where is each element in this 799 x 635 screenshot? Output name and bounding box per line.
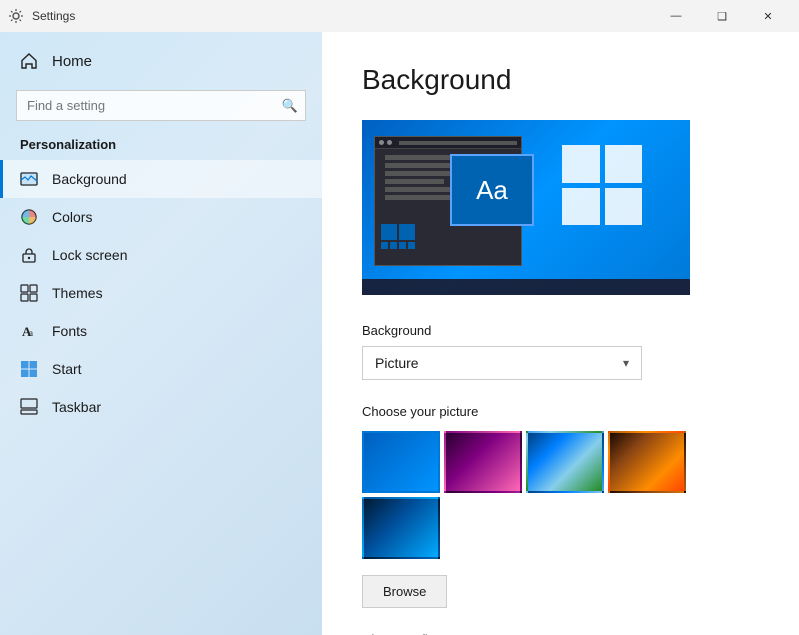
preview-aa-text: Aa: [476, 175, 508, 206]
search-input[interactable]: [16, 90, 306, 121]
sidebar-item-label-start: Start: [52, 361, 82, 377]
search-icon: 🔍: [282, 98, 298, 114]
sidebar-item-taskbar[interactable]: Taskbar: [0, 388, 322, 426]
search-box: 🔍: [16, 90, 306, 121]
sidebar-item-start[interactable]: Start: [0, 350, 322, 388]
content-area: Background: [322, 32, 799, 635]
picture-thumb-1[interactable]: [362, 431, 440, 493]
desktop-preview: Aa: [362, 120, 690, 295]
background-form-label: Background: [362, 323, 759, 338]
settings-app-icon: [8, 8, 24, 24]
themes-icon: [20, 284, 38, 302]
title-bar: Settings — ❑ ✕: [0, 0, 799, 32]
background-dropdown-value: Picture: [375, 355, 419, 371]
colors-icon: [20, 208, 38, 226]
chevron-down-icon: ▾: [623, 356, 629, 370]
title-bar-title: Settings: [32, 9, 75, 23]
sidebar-item-label-lock-screen: Lock screen: [52, 247, 127, 263]
title-bar-left: Settings: [8, 8, 75, 24]
sidebar-section-title: Personalization: [0, 133, 322, 160]
close-button[interactable]: ✕: [745, 0, 791, 32]
sidebar-item-label-themes: Themes: [52, 285, 103, 301]
sidebar-item-fonts[interactable]: A a Fonts: [0, 312, 322, 350]
sidebar-item-colors[interactable]: Colors: [0, 198, 322, 236]
picture-thumb-5[interactable]: [362, 497, 440, 559]
sidebar-item-home[interactable]: Home: [0, 32, 322, 86]
picture-thumb-4[interactable]: [608, 431, 686, 493]
lock-screen-icon: [20, 246, 38, 264]
page-title: Background: [362, 64, 759, 96]
picture-thumb-2[interactable]: [444, 431, 522, 493]
fonts-icon: A a: [20, 322, 38, 340]
sidebar-item-label-taskbar: Taskbar: [52, 399, 101, 415]
sidebar-item-label-background: Background: [52, 171, 127, 187]
home-label: Home: [52, 53, 92, 70]
app-body: Home 🔍 Personalization Background: [0, 32, 799, 635]
sidebar-item-themes[interactable]: Themes: [0, 274, 322, 312]
taskbar-icon: [20, 398, 38, 416]
browse-button[interactable]: Browse: [362, 575, 447, 608]
background-dropdown[interactable]: Picture ▾: [362, 346, 642, 380]
svg-text:a: a: [29, 328, 33, 338]
picture-grid: [362, 431, 759, 559]
home-icon: [20, 52, 38, 70]
picture-thumb-3[interactable]: [526, 431, 604, 493]
title-bar-controls: — ❑ ✕: [653, 0, 791, 32]
background-icon: [20, 170, 38, 188]
sidebar-item-label-colors: Colors: [52, 209, 92, 225]
sidebar-item-background[interactable]: Background: [0, 160, 322, 198]
sidebar: Home 🔍 Personalization Background: [0, 32, 322, 635]
start-icon: [20, 360, 38, 378]
minimize-button[interactable]: —: [653, 0, 699, 32]
choose-picture-label: Choose your picture: [362, 404, 759, 419]
sidebar-item-label-fonts: Fonts: [52, 323, 87, 339]
preview-desktop-bg: Aa: [362, 120, 690, 295]
maximize-button[interactable]: ❑: [699, 0, 745, 32]
sidebar-item-lock-screen[interactable]: Lock screen: [0, 236, 322, 274]
